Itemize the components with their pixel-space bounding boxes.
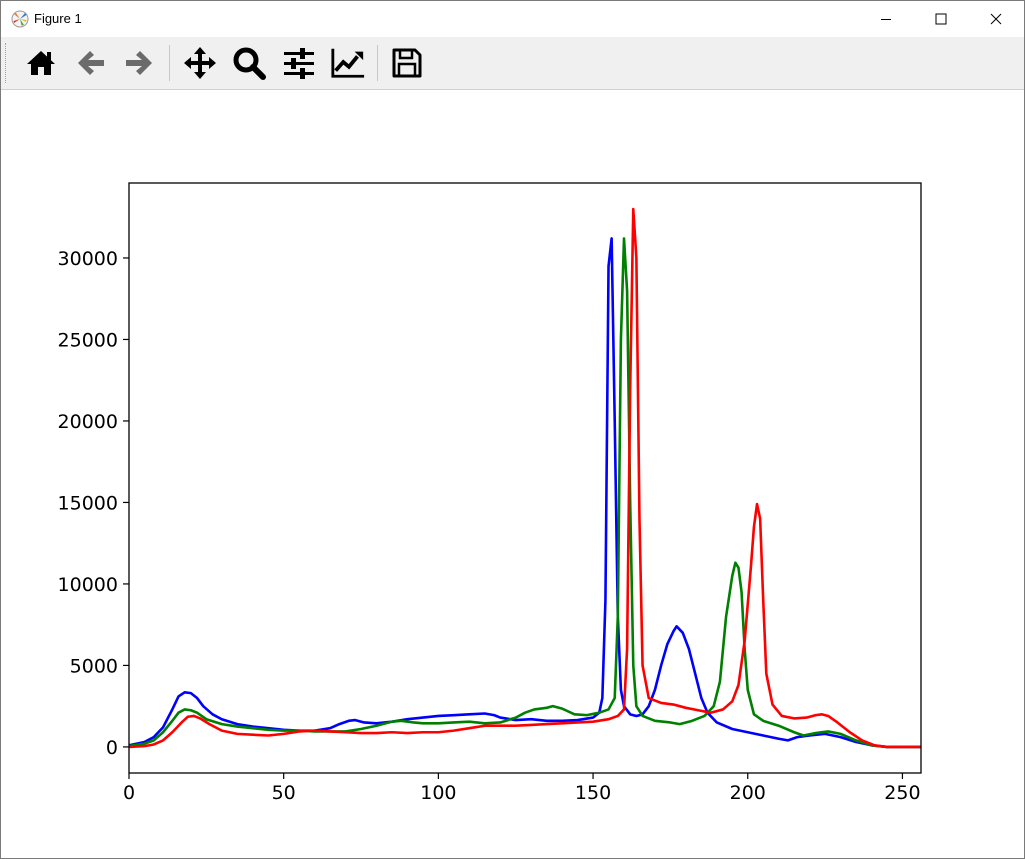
pan-button[interactable] (182, 45, 218, 81)
pan-icon (184, 47, 216, 79)
save-button[interactable] (389, 45, 425, 81)
home-button[interactable] (23, 45, 59, 81)
back-icon (78, 51, 104, 75)
configure-subplots-icon (284, 48, 314, 79)
edit-axis-icon (331, 48, 365, 78)
close-icon (990, 13, 1002, 25)
save-icon (392, 48, 422, 78)
maximize-button[interactable] (913, 1, 969, 37)
close-button[interactable] (968, 1, 1024, 37)
y-tick-label: 15000 (58, 492, 118, 514)
matplotlib-icon (11, 10, 29, 28)
edit-axis-button[interactable] (330, 45, 366, 81)
x-tick-label: 0 (123, 782, 135, 804)
toolbar-separator (169, 45, 170, 81)
plot-area (129, 183, 921, 773)
forward-button[interactable] (121, 45, 157, 81)
toolbar-grip (5, 43, 9, 83)
maximize-icon (935, 13, 947, 25)
y-tick-label: 10000 (58, 574, 118, 596)
x-tick-label: 250 (884, 782, 920, 804)
home-icon (27, 51, 55, 75)
x-tick-label: 50 (272, 782, 296, 804)
y-tick-label: 30000 (58, 248, 118, 270)
y-tick-label: 0 (106, 737, 118, 759)
figure-canvas[interactable]: 0 50 100 150 200 250 0 5000 10000 15000 20000 25000… (2, 90, 1024, 858)
minimize-button[interactable] (858, 1, 914, 37)
navigation-toolbar (1, 37, 1024, 90)
figure-window: Figure 1 0 50 100 150 200 250 0 5000 100… (0, 0, 1025, 859)
forward-icon (126, 51, 152, 75)
minimize-icon (881, 19, 891, 20)
x-tick-label: 100 (420, 782, 456, 804)
zoom-icon (233, 47, 266, 80)
y-tick-label: 20000 (58, 411, 118, 433)
configure-subplots-button[interactable] (281, 45, 317, 81)
x-tick-label: 200 (730, 782, 766, 804)
y-tick-label: 5000 (70, 655, 118, 677)
title-bar[interactable]: Figure 1 (1, 1, 1024, 37)
y-tick-label: 25000 (58, 329, 118, 351)
back-button[interactable] (73, 45, 109, 81)
zoom-button[interactable] (231, 45, 267, 81)
toolbar-separator (377, 45, 378, 81)
x-tick-label: 150 (575, 782, 611, 804)
window-title: Figure 1 (34, 11, 82, 26)
